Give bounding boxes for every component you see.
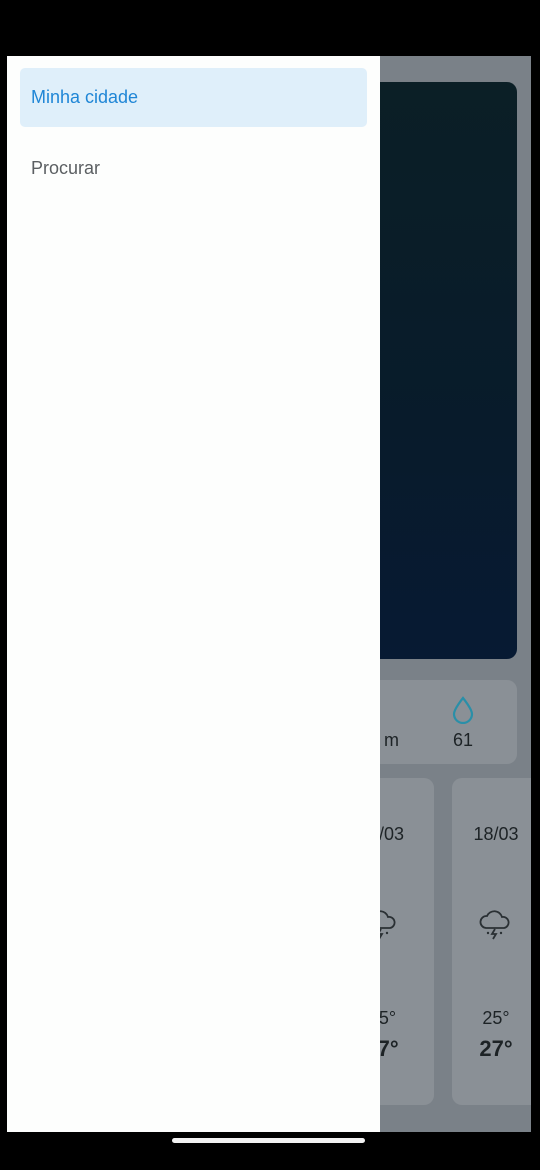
home-indicator[interactable] (172, 1138, 365, 1143)
navigation-drawer: Minha cidade Procurar (7, 56, 380, 1132)
app-screen: m 61 7/03 25° 27° 18/03 25° 27° Minha ci… (7, 56, 531, 1132)
drawer-item-my-city[interactable]: Minha cidade (20, 68, 367, 127)
drawer-item-search[interactable]: Procurar (20, 139, 367, 198)
